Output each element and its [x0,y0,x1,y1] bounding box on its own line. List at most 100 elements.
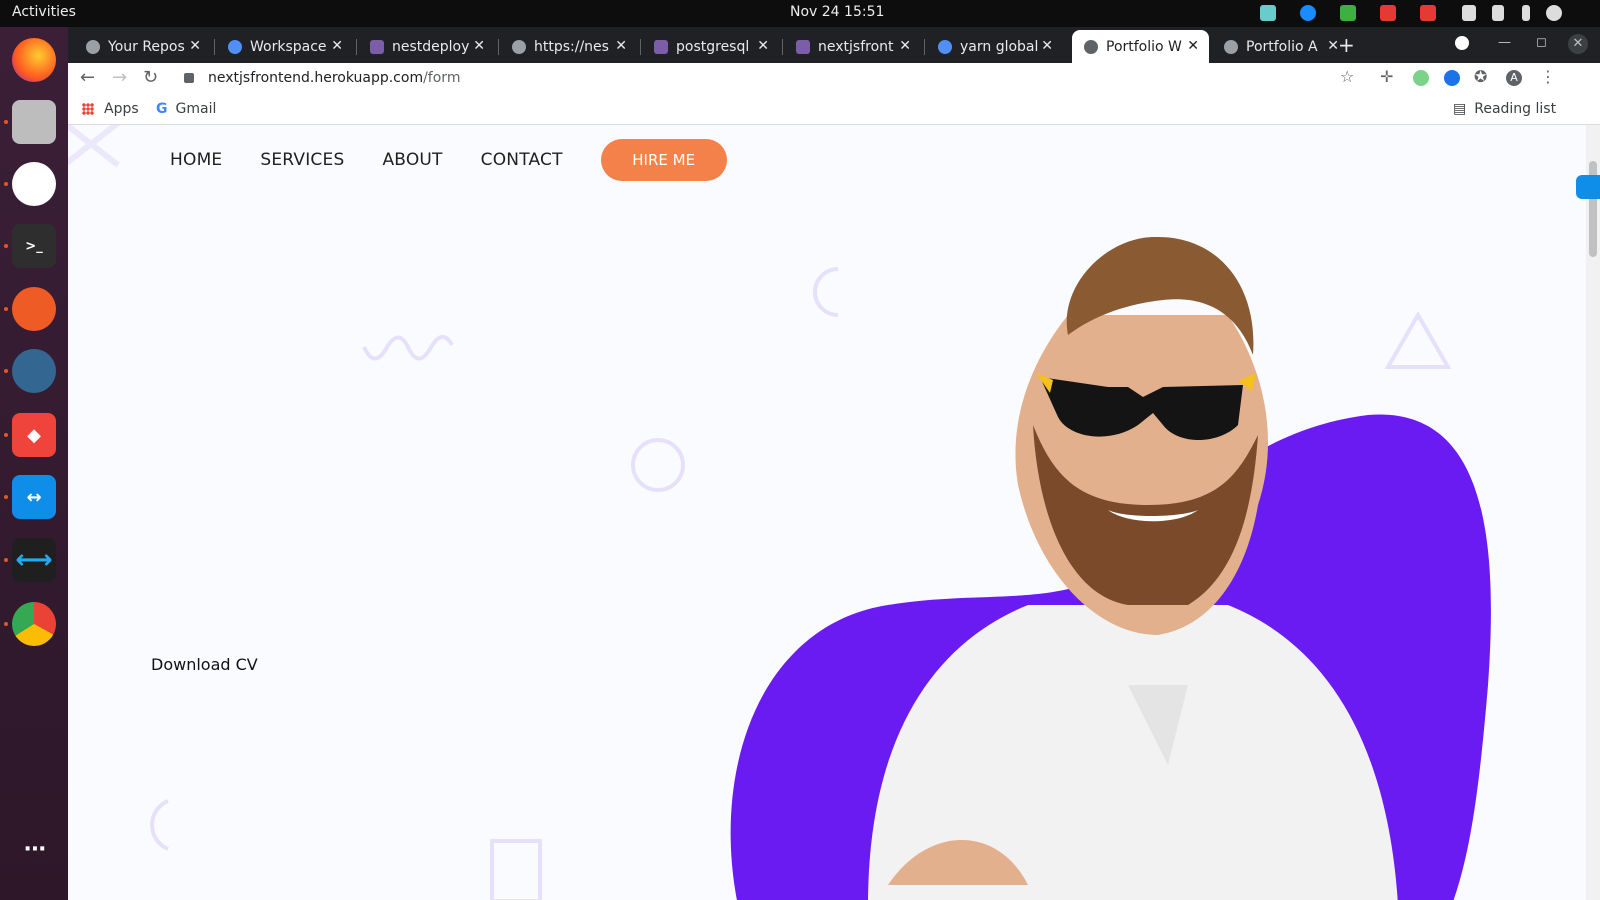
check-tray-icon[interactable] [1340,5,1356,21]
tab-workspace[interactable]: Workspace ✕ [216,30,353,63]
site-navigation: HOME SERVICES ABOUT CONTACT HIRE ME [170,139,727,181]
tab-search-icon[interactable] [1455,36,1469,50]
browser-toolbar: ← → ↻ nextjsfrontend.herokuapp.com/form … [68,63,1600,93]
tab-https-nes[interactable]: https://nes ✕ [500,30,637,63]
anydesk-tray-icon[interactable] [1420,5,1436,21]
os-top-bar: Activities Nov 24 15:51 [0,0,1600,27]
hire-me-button[interactable]: HIRE ME [600,139,727,181]
forward-button[interactable]: → [112,67,127,88]
tab-separator [356,39,357,55]
activities-button[interactable]: Activities [12,4,76,20]
new-tab-button[interactable]: + [1338,33,1355,57]
bookmark-apps[interactable]: Apps [82,101,139,117]
power-icon[interactable] [1546,5,1562,21]
nav-services[interactable]: SERVICES [260,150,344,170]
tab-nextjsfront[interactable]: nextjsfront ✕ [784,30,921,63]
teamviewer-tray-icon[interactable] [1300,5,1316,21]
running-indicator [4,120,8,124]
reload-button[interactable]: ↻ [143,67,158,88]
chrome-icon[interactable] [12,602,56,646]
heroku-icon [654,39,668,54]
vscode-icon[interactable]: ⟷ [12,538,56,582]
close-icon[interactable]: ✕ [473,38,485,54]
tab-strip: Your Repos ✕ Workspace ✕ nestdeploy ✕ https… [68,27,1600,63]
maximize-button[interactable]: ◻ [1536,35,1547,50]
tab-yarn-global[interactable]: yarn global ✕ [926,30,1063,63]
download-cv-link[interactable]: Download CV [151,655,258,674]
page-viewport: HOME SERVICES ABOUT CONTACT HIRE ME Down… [68,125,1586,900]
tab-separator [924,39,925,55]
slack-icon[interactable] [12,162,56,206]
tab-your-repos[interactable]: Your Repos ✕ [74,30,211,63]
profile-avatar[interactable]: A [1506,70,1522,86]
bookmarks-bar: Apps G Gmail ▤ Reading list [68,93,1600,125]
volume-icon[interactable] [1492,5,1504,21]
extension-green-icon[interactable] [1413,70,1429,86]
google-icon: G [156,101,168,117]
bookmark-star-icon[interactable]: ☆ [1340,67,1354,86]
network-icon[interactable] [1462,5,1476,21]
close-icon[interactable]: ✕ [757,38,769,54]
nav-contact[interactable]: CONTACT [481,150,563,170]
address-bar[interactable]: nextjsfrontend.herokuapp.com/form [176,63,1456,93]
workspace-icon [938,39,952,54]
tab-postgresql[interactable]: postgresql ✕ [642,30,779,63]
circle-decoration [631,438,685,492]
hero-decorations [68,125,1491,900]
minimize-button[interactable]: — [1498,35,1511,50]
teamviewer-side-icon[interactable] [1576,175,1600,199]
anydesk-icon[interactable]: ◆ [12,413,56,457]
running-indicator [4,433,8,437]
triangle-decoration [1384,310,1452,369]
tab-separator [214,39,215,55]
firefox-icon[interactable] [12,38,56,82]
tab-separator [640,39,641,55]
back-button[interactable]: ← [80,67,95,88]
extension-move-icon[interactable]: ✛ [1380,67,1396,86]
nav-home[interactable]: HOME [170,150,222,170]
extensions-puzzle-icon[interactable]: ✪ [1474,67,1490,86]
files-icon[interactable] [12,100,56,144]
close-icon[interactable]: ✕ [1041,38,1053,54]
teamviewer-icon[interactable]: ↔ [12,475,56,519]
apps-grid-icon [82,103,94,115]
bookmark-gmail[interactable]: G Gmail [156,101,216,117]
show-applications-icon[interactable]: ⋯ [12,827,56,871]
dock: >_ ◆ ↔ ⟷ ⋯ [0,27,68,900]
close-icon[interactable]: ✕ [331,38,343,54]
workspace-icon [228,39,242,54]
lock-icon[interactable] [184,73,194,83]
postman-icon[interactable] [12,287,56,331]
running-indicator [4,244,8,248]
github-icon [86,39,100,54]
reading-list-button[interactable]: ▤ Reading list [1453,101,1556,117]
close-icon[interactable]: ✕ [189,38,201,54]
url-host: nextjsfrontend.herokuapp.com [208,70,424,86]
tab-portfolio-a[interactable]: Portfolio A ✕ [1212,30,1349,63]
close-icon[interactable]: ✕ [1187,38,1199,54]
pgadmin-icon[interactable] [12,349,56,393]
heroku-icon [370,39,384,54]
clock[interactable]: Nov 24 15:51 [790,4,884,20]
tab-nestdeploy[interactable]: nestdeploy ✕ [358,30,495,63]
microphone-icon[interactable] [1522,5,1530,21]
square-decoration [490,839,542,900]
page-scrollbar[interactable] [1586,125,1600,900]
extension-blue-icon[interactable] [1444,70,1460,86]
tab-portfolio-w[interactable]: Portfolio W ✕ [1072,30,1209,63]
red-app-tray-icon[interactable] [1380,5,1396,21]
x-shape-decoration [68,125,120,168]
chrome-menu-icon[interactable]: ⋮ [1540,67,1556,86]
arc-decoration-bottom [150,799,169,851]
close-icon[interactable]: ✕ [615,38,627,54]
running-indicator [4,558,8,562]
terminal-icon[interactable]: >_ [12,224,56,268]
nav-about[interactable]: ABOUT [382,150,442,170]
running-indicator [4,622,8,626]
close-icon[interactable]: ✕ [899,38,911,54]
close-window-button[interactable]: ✕ [1568,34,1588,54]
slack-tray-icon[interactable] [1260,5,1276,21]
heroku-icon [796,39,810,54]
running-indicator [4,182,8,186]
browser-window: Your Repos ✕ Workspace ✕ nestdeploy ✕ https… [68,27,1600,900]
